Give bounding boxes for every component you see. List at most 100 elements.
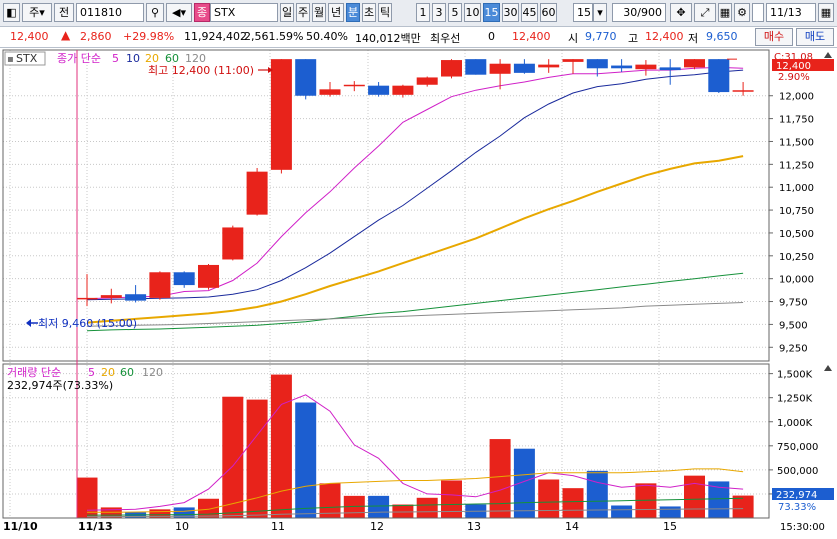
candle-body: [100, 295, 122, 298]
volume-tick-label: 1,250K: [777, 394, 813, 405]
interval-value[interactable]: 15: [573, 3, 593, 22]
price-tick-label: 11,250: [779, 160, 814, 171]
candle-body: [489, 63, 511, 74]
panel-toggle-icon[interactable]: ◧: [3, 3, 20, 22]
date-field[interactable]: 11/13: [766, 3, 816, 22]
low-label: 저: [688, 32, 699, 45]
price-tick-label: 11,750: [779, 115, 814, 126]
search-icon[interactable]: ⚲: [146, 3, 164, 22]
volume-tick-label: 750,000: [777, 442, 818, 453]
volume-bar: [586, 470, 608, 518]
vol-ma120-label: 120: [142, 366, 163, 379]
volume-legend-title: 거래량 단순: [7, 366, 61, 379]
candle-body: [246, 171, 268, 215]
gear-icon[interactable]: ⚙: [734, 3, 750, 22]
x-axis-label: 11/13: [78, 520, 113, 533]
market-label: 주: [29, 6, 40, 19]
volume-ratio: 50.40%: [306, 30, 348, 43]
volume-tick-label: 1,500K: [777, 370, 813, 381]
chart-svg[interactable]: 12,000 11,750 11,500 11,250 11,000 10,750 10,5…: [0, 48, 837, 536]
price-stock-tag: STX: [16, 52, 38, 65]
x-axis-label: 12: [370, 520, 384, 533]
current-price: 12,400: [10, 30, 49, 43]
volume-bar: [562, 488, 584, 518]
volume-bar: [270, 374, 292, 518]
x-axis-label: 14: [565, 520, 579, 533]
date-checkbox[interactable]: [752, 3, 764, 22]
price-tick-label: 10,500: [779, 229, 814, 240]
count-field[interactable]: 30/900: [612, 3, 666, 22]
interval-button[interactable]: 1: [416, 3, 430, 22]
period-button[interactable]: 초: [362, 3, 376, 22]
sell-button[interactable]: 매도: [796, 28, 834, 46]
candle-body: [465, 59, 487, 75]
grid-icon[interactable]: ▦: [718, 3, 732, 22]
ma5-label: 5: [112, 52, 119, 65]
price-tick-label: 9,250: [779, 343, 808, 354]
period-button[interactable]: 주: [296, 3, 310, 22]
candle-body: [684, 59, 705, 68]
high-label: 고: [628, 32, 639, 45]
price-tick-label: 12,000: [779, 92, 814, 103]
speaker-icon[interactable]: ◀▾: [166, 3, 192, 22]
period-button[interactable]: 월: [312, 3, 326, 22]
volume-bar: [368, 495, 390, 518]
stock-name-field[interactable]: STX: [210, 3, 278, 22]
stock-chart[interactable]: 12,000 11,750 11,500 11,250 11,000 10,750 10,5…: [0, 48, 837, 536]
pref-price: 12,400: [512, 30, 551, 43]
calendar-icon[interactable]: ▦: [818, 3, 834, 22]
price-tick-label: 11,000: [779, 183, 814, 194]
interval-button[interactable]: 15: [483, 3, 500, 22]
candle-body: [659, 67, 681, 71]
candle-body: [538, 64, 560, 68]
volume-bar: [513, 448, 535, 518]
candle-body: [368, 85, 390, 95]
interval-button[interactable]: 5: [448, 3, 462, 22]
interval-button[interactable]: 30: [502, 3, 519, 22]
period-button[interactable]: 틱: [378, 3, 392, 22]
candle-body: [392, 85, 414, 95]
market-select[interactable]: 주▾: [22, 3, 52, 22]
toolbar: ◧ 주▾ 전 011810 ⚲ ◀▾ 종 STX 일주월년분초틱 1 3 5 10 15…: [0, 0, 837, 27]
volume-bar: [198, 498, 219, 518]
prev-button[interactable]: 전: [54, 3, 74, 22]
interval-button[interactable]: 10: [464, 3, 481, 22]
panel-grid-icon: ▪: [7, 54, 14, 65]
current-pct-label: 2.90%: [778, 72, 810, 83]
x-end-label: 15:30:00: [780, 522, 825, 533]
price-tick-label: 10,750: [779, 206, 814, 217]
volume-tick-label: 1,000K: [777, 418, 813, 429]
interval-button[interactable]: 45: [521, 3, 538, 22]
candle-body: [198, 264, 219, 288]
price-tick-label: 10,250: [779, 252, 814, 263]
price-tick-label: 9,500: [779, 320, 808, 331]
high-price: 12,400: [645, 30, 684, 43]
period-button[interactable]: 년: [328, 3, 344, 22]
crosshair-icon[interactable]: ✥: [670, 3, 692, 22]
candle-body: [76, 297, 98, 300]
price-tick-label: 11,500: [779, 137, 814, 148]
candle-body: [441, 60, 462, 77]
period-button[interactable]: 일: [280, 3, 294, 22]
chart-config-icon[interactable]: ⤢: [694, 3, 716, 22]
ma10-label: 10: [126, 52, 140, 65]
code-input[interactable]: 011810: [76, 3, 144, 22]
current-price-label: 12,400: [776, 61, 811, 72]
vol-ma20-label: 20: [101, 366, 115, 379]
up-arrow-icon: ▲: [61, 28, 71, 42]
price-legend-prefix: 종가 단순: [57, 52, 101, 65]
interval-button[interactable]: 3: [432, 3, 446, 22]
price-tick-label: 9,750: [779, 298, 808, 309]
stock-tag: 종: [194, 3, 210, 22]
open-label: 시: [568, 32, 579, 45]
trade-amount: 140,012백만: [355, 32, 421, 45]
price-tick-label: 10,000: [779, 275, 814, 286]
chevron-down-icon[interactable]: ▾: [593, 3, 607, 22]
buy-button[interactable]: 매수: [755, 28, 793, 46]
open-price: 9,770: [585, 30, 617, 43]
period-button[interactable]: 분: [346, 3, 360, 22]
interval-button[interactable]: 60: [540, 3, 557, 22]
quote-info-bar: 12,400 ▲ 2,860 +29.98% 11,924,402 2,561.…: [0, 27, 837, 48]
x-axis-label: 11/10: [3, 520, 38, 533]
candle-body: [611, 65, 633, 69]
